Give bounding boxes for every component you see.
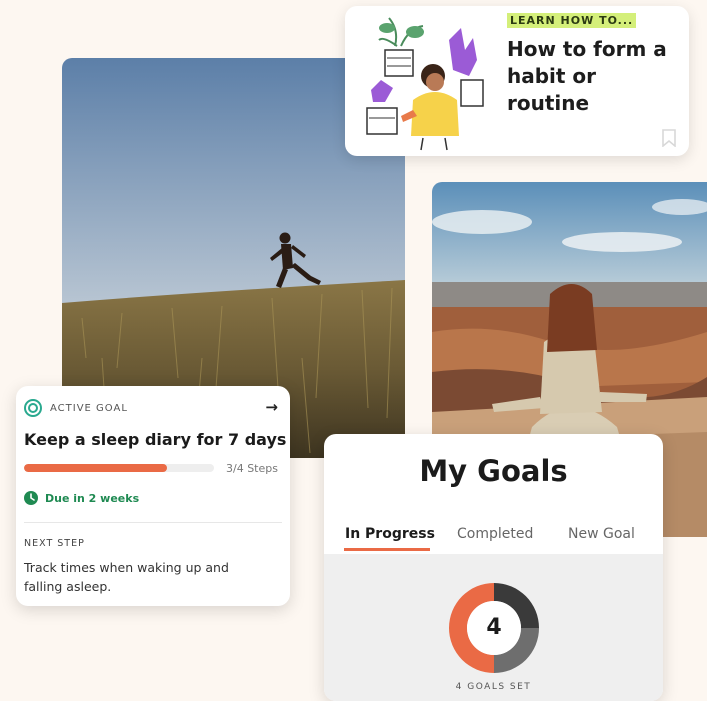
goal-title: Keep a sleep diary for 7 days — [24, 430, 287, 449]
target-icon — [24, 399, 42, 417]
goal-progress-label: 3/4 Steps — [226, 462, 278, 475]
goals-donut: 4 — [448, 582, 540, 674]
active-tab-underline — [344, 548, 430, 551]
due-row: Due in 2 weeks — [24, 491, 139, 505]
divider — [24, 522, 282, 523]
active-goal-header: ACTIVE GOAL — [24, 398, 128, 418]
plant-person-illustration — [366, 17, 484, 151]
goal-progress-bar — [24, 464, 214, 472]
goals-chart-area: 4 4 GOALS SET — [324, 554, 663, 701]
learn-card[interactable]: LEARN HOW TO... How to form a habit or r… — [345, 6, 689, 156]
active-goal-card[interactable]: ACTIVE GOAL → Keep a sleep diary for 7 d… — [16, 386, 290, 606]
next-step-text: Track times when waking up and falling a… — [24, 560, 229, 594]
tab-in-progress[interactable]: In Progress — [345, 526, 435, 542]
active-goal-label: ACTIVE GOAL — [50, 402, 128, 414]
due-text: Due in 2 weeks — [45, 491, 140, 505]
goal-progress-fill — [24, 464, 167, 472]
my-goals-title: My Goals — [419, 454, 568, 488]
goals-tabs: In Progress Completed New Goal — [324, 526, 663, 554]
tab-completed[interactable]: Completed — [457, 526, 533, 542]
arrow-right-icon[interactable]: → — [265, 398, 278, 416]
goals-count: 4 — [486, 615, 502, 640]
tab-new-goal[interactable]: New Goal — [568, 526, 635, 542]
bookmark-icon[interactable] — [662, 129, 676, 147]
clock-icon — [24, 491, 38, 505]
my-goals-panel: My Goals In Progress Completed New Goal … — [324, 434, 663, 701]
learn-eyebrow: LEARN HOW TO... — [507, 13, 637, 28]
goals-set-label: 4 GOALS SET — [455, 682, 532, 692]
learn-title[interactable]: How to form a habit or routine — [507, 36, 682, 117]
next-step-label: NEXT STEP — [24, 538, 85, 549]
